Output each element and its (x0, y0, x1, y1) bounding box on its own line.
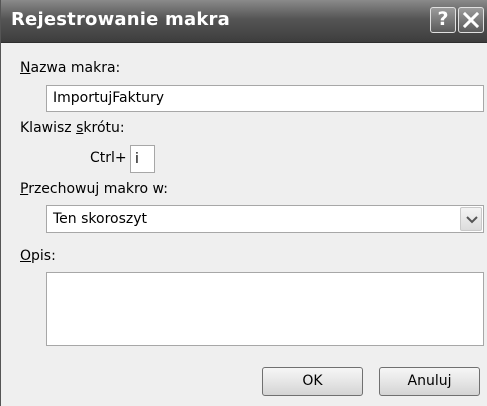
title-bar[interactable]: Rejestrowanie makra ? (1, 0, 487, 43)
store-macro-in-value: Ten skoroszyt (53, 211, 148, 227)
help-button[interactable]: ? (430, 7, 456, 33)
ok-button[interactable]: OK (262, 367, 363, 396)
macro-name-label: Nazwa makra: (20, 60, 121, 76)
dialog-title: Rejestrowanie makra (11, 9, 230, 30)
shortcut-key-label: Klawisz skrótu: (20, 120, 125, 136)
close-icon (463, 12, 479, 28)
store-macro-in-label: Przechowuj makro w: (20, 181, 168, 197)
help-icon: ? (437, 8, 449, 30)
dropdown-button[interactable] (460, 207, 482, 231)
description-textarea[interactable] (46, 272, 484, 346)
close-button[interactable] (458, 7, 484, 33)
cancel-button[interactable]: Anuluj (379, 367, 480, 396)
description-label: Opis: (20, 248, 56, 264)
macro-name-input[interactable]: ImportujFaktury (46, 85, 484, 112)
ctrl-prefix-label: Ctrl+ (90, 150, 127, 166)
record-macro-dialog: Rejestrowanie makra ? Nazwa makra: Impor… (0, 0, 487, 406)
chevron-down-icon (466, 216, 478, 224)
store-macro-in-select[interactable]: Ten skoroszyt (46, 205, 484, 233)
shortcut-key-input[interactable]: i (130, 145, 155, 173)
